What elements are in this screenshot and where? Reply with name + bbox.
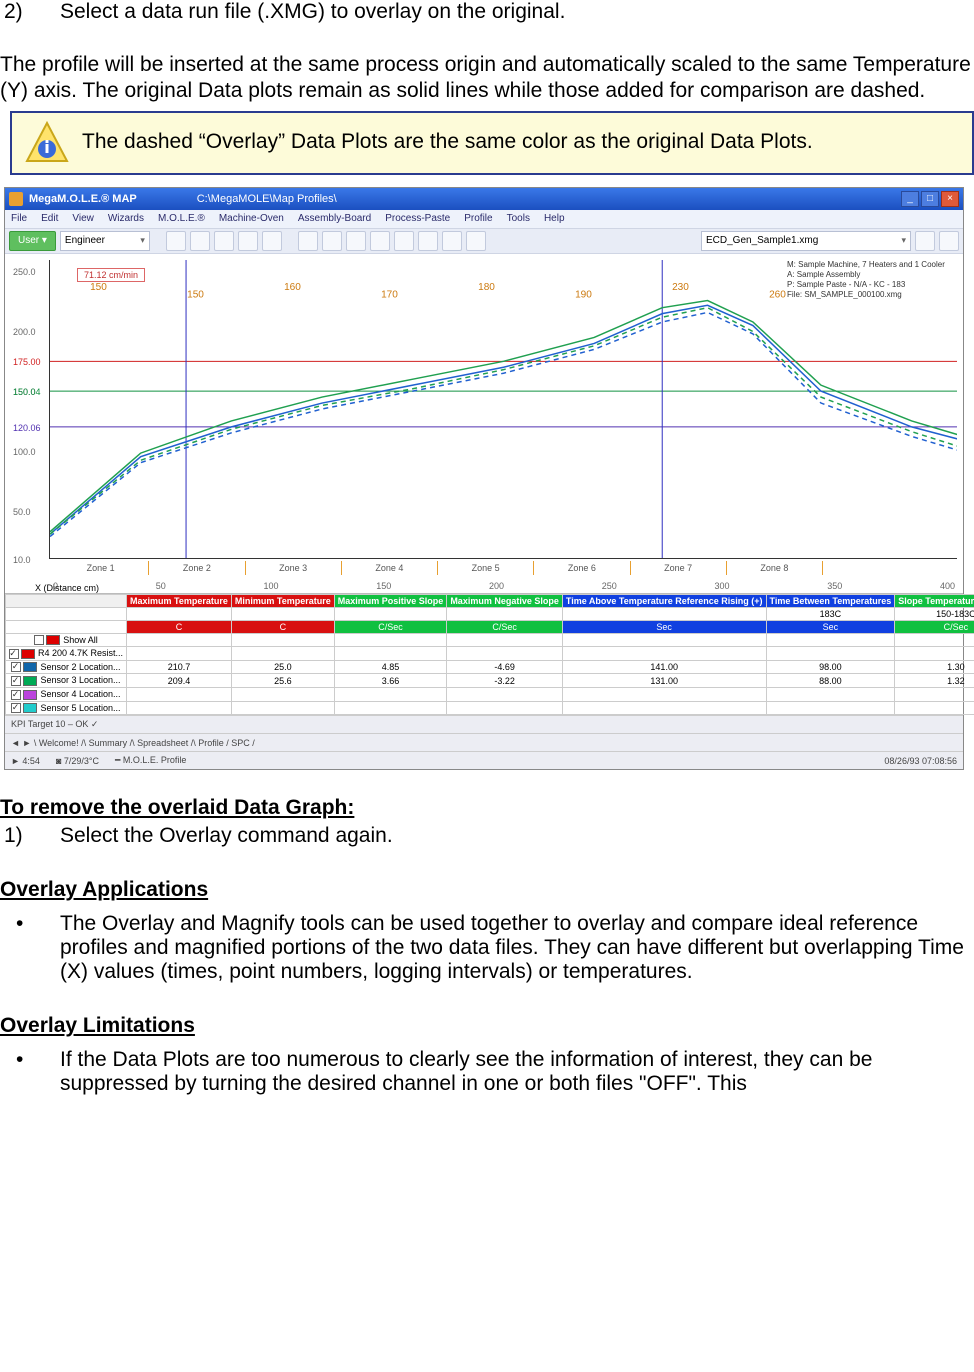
menu-view[interactable]: View (72, 213, 94, 224)
remove-step-1: 1)Select the Overlay command again. (60, 824, 974, 848)
menubar: File Edit View Wizards M.O.L.E.® Machine-Oven… (5, 210, 963, 228)
toolbar-button[interactable] (298, 231, 318, 251)
sheet-tabs[interactable]: KPI Target 10 – OK ✓ (5, 715, 963, 733)
info-icon (18, 117, 76, 169)
y-tick: 50.0 (13, 507, 31, 517)
toolbar-button[interactable] (442, 231, 462, 251)
titlebar: MegaM.O.L.E.® MAP C:\MegaMOLE\Map Profil… (5, 188, 963, 210)
menu-processpaste[interactable]: Process-Paste (385, 213, 450, 224)
svg-text:180: 180 (478, 281, 495, 292)
info-text: The dashed “Overlay” Data Plots are the … (76, 130, 813, 154)
role-select[interactable]: Engineer (60, 231, 150, 251)
toolbar-button[interactable] (418, 231, 438, 251)
toolbar: User ▾ Engineer ECD_Gen_Sample1.xmg (5, 228, 963, 254)
status-time: ► 4:54 (11, 756, 40, 766)
zone-row: Zone 1Zone 2Zone 3Zone 4Zone 5Zone 6Zone… (53, 561, 823, 575)
menu-edit[interactable]: Edit (41, 213, 58, 224)
menu-wizards[interactable]: Wizards (108, 213, 144, 224)
menu-mole[interactable]: M.O.L.E.® (158, 213, 205, 224)
data-table: Maximum TemperatureMinimum TemperatureMa… (5, 594, 974, 716)
toolbar-button[interactable] (394, 231, 414, 251)
heading-applications: Overlay Applications (0, 878, 974, 902)
applications-bullet: •The Overlay and Magnify tools can be us… (60, 912, 974, 984)
toolbar-button[interactable] (322, 231, 342, 251)
menu-help[interactable]: Help (544, 213, 565, 224)
ref-line-label: 175.00 (13, 357, 41, 367)
y-tick: 200.0 (13, 327, 36, 337)
ref-line-label: 150.04 (13, 387, 41, 397)
applications-text: The Overlay and Magnify tools can be use… (60, 912, 964, 983)
menu-profile[interactable]: Profile (464, 213, 492, 224)
x-labels: 050100150200250300350400 (53, 581, 955, 591)
remove-step-text: Select the Overlay command again. (60, 824, 393, 847)
svg-text:150: 150 (187, 289, 204, 300)
bullet-icon: • (38, 912, 60, 936)
info-callout: The dashed “Overlay” Data Plots are the … (10, 111, 974, 175)
close-button[interactable]: × (941, 191, 959, 207)
status-datetime: 08/26/93 07:08:56 (884, 756, 957, 766)
remove-step-num: 1) (32, 824, 60, 848)
menu-assemblyboard[interactable]: Assembly-Board (298, 213, 371, 224)
step-2-num: 2) (32, 0, 60, 24)
y-tick: 10.0 (13, 555, 31, 565)
status-profile: ━ M.O.L.E. Profile (115, 755, 186, 766)
svg-text:160: 160 (284, 281, 301, 292)
minimize-button[interactable]: _ (901, 191, 919, 207)
app-icon (9, 192, 23, 206)
toolbar-button[interactable] (370, 231, 390, 251)
toolbar-button[interactable] (238, 231, 258, 251)
options-button[interactable] (939, 231, 959, 251)
toolbar-button[interactable] (214, 231, 234, 251)
intro-paragraph: The profile will be inserted at the same… (0, 52, 974, 105)
file-select[interactable]: ECD_Gen_Sample1.xmg (701, 231, 911, 251)
status-temp: ◙ 7/29/3°C (56, 756, 99, 766)
y-tick: 250.0 (13, 267, 36, 277)
kpi-target: KPI Target 10 – OK ✓ (11, 719, 98, 730)
bullet-icon: • (38, 1048, 60, 1072)
menu-machineoven[interactable]: Machine-Oven (219, 213, 284, 224)
svg-text:170: 170 (381, 289, 398, 300)
chart-canvas[interactable]: 150 150 160 170 180 190 230 260 (49, 260, 957, 559)
step-2-text: Select a data run file (.XMG) to overlay… (60, 0, 565, 23)
svg-text:190: 190 (575, 289, 592, 300)
limitations-text: If the Data Plots are too numerous to cl… (60, 1048, 872, 1095)
y-tick: 100.0 (13, 447, 36, 457)
toolbar-button[interactable] (346, 231, 366, 251)
menu-tools[interactable]: Tools (507, 213, 530, 224)
chart-area: 71.12 cm/min M: Sample Machine, 7 Heater… (5, 254, 963, 594)
app-path: C:\MegaMOLE\Map Profiles\ (197, 193, 337, 205)
heading-limitations: Overlay Limitations (0, 1014, 974, 1038)
toolbar-button[interactable] (166, 231, 186, 251)
pin-button[interactable] (915, 231, 935, 251)
step-2: 2)Select a data run file (.XMG) to overl… (60, 0, 974, 24)
app-title: MegaM.O.L.E.® MAP (29, 193, 137, 205)
user-menu-button[interactable]: User ▾ (9, 231, 56, 251)
svg-text:150: 150 (90, 281, 107, 292)
svg-text:260: 260 (769, 289, 786, 300)
ref-line-label: 120.06 (13, 423, 41, 433)
toolbar-button[interactable] (190, 231, 210, 251)
maximize-button[interactable]: □ (921, 191, 939, 207)
app-screenshot: MegaM.O.L.E.® MAP C:\MegaMOLE\Map Profil… (4, 187, 964, 771)
limitations-bullet: •If the Data Plots are too numerous to c… (60, 1048, 974, 1096)
svg-text:230: 230 (672, 281, 689, 292)
toolbar-button[interactable] (466, 231, 486, 251)
bottom-tabs[interactable]: ◄ ► \ Welcome! /\ Summary /\ Spreadsheet… (5, 733, 963, 751)
statusbar: ► 4:54 ◙ 7/29/3°C ━ M.O.L.E. Profile 08/… (5, 751, 963, 769)
data-table-wrap: Maximum TemperatureMinimum TemperatureMa… (5, 594, 963, 716)
menu-file[interactable]: File (11, 213, 27, 224)
toolbar-button[interactable] (262, 231, 282, 251)
heading-remove: To remove the overlaid Data Graph: (0, 796, 974, 820)
